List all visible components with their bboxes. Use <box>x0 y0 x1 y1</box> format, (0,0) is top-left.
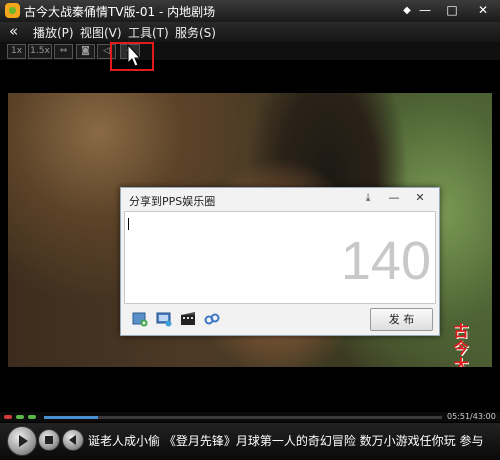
camera-icon[interactable]: ◙ <box>76 44 95 59</box>
speed-1-5x-button[interactable]: 1.5x <box>28 44 52 59</box>
stop-button[interactable] <box>38 429 60 451</box>
menu-service[interactable]: 服务(S) <box>175 24 216 41</box>
pin-dialog-icon[interactable]: ⤓ <box>359 190 377 206</box>
mouse-cursor-icon <box>127 44 142 67</box>
status-dot-green <box>16 415 24 419</box>
screenshot-icon[interactable] <box>156 311 172 327</box>
eject-button[interactable] <box>62 429 84 451</box>
dialog-title: 分享到PPS娱乐圈 <box>129 195 216 208</box>
pps-logo-icon <box>5 3 20 18</box>
toolbar: 1x 1.5x ⇔ ◙ ◁ ∞ <box>0 42 500 60</box>
news-ticker[interactable]: 诞老人成小偷 《登月先锋》月球第一人的奇幻冒险 数万小游戏任你玩 参与 <box>88 432 483 449</box>
share-dialog: 分享到PPS娱乐圈 ⤓ — ✕ 140 发 布 <box>120 187 440 336</box>
share-text-input[interactable]: 140 <box>124 211 436 304</box>
status-dot-red <box>4 415 12 419</box>
progress-track[interactable] <box>44 416 442 419</box>
menu-play[interactable]: 播放(P) <box>33 24 74 41</box>
previous-icon <box>69 435 76 445</box>
menu-view[interactable]: 视图(V) <box>80 24 122 41</box>
publish-button[interactable]: 发 布 <box>370 308 433 331</box>
char-counter: 140 <box>340 231 431 291</box>
play-button[interactable] <box>7 426 37 456</box>
speed-1x-button[interactable]: 1x <box>7 44 26 59</box>
play-icon <box>19 435 28 447</box>
close-button[interactable]: ✕ <box>475 2 491 19</box>
time-display: 05:51/43:00 <box>447 412 496 421</box>
text-caret <box>128 218 129 230</box>
stop-icon <box>45 436 53 444</box>
title-bar: 古今大战秦俑情TV版-01 - 内地剧场 ◆ — □ ✕ <box>0 0 500 22</box>
maximize-button[interactable]: □ <box>445 2 459 19</box>
minimize-dialog-button[interactable]: — <box>385 190 403 206</box>
video-overlay-title: 古 今 大 战 秦 俑 情 <box>453 322 469 368</box>
collapse-icon[interactable]: « <box>9 22 18 40</box>
close-dialog-button[interactable]: ✕ <box>411 190 429 206</box>
video-clip-icon[interactable] <box>180 311 196 327</box>
pin-icon[interactable]: ◆ <box>397 2 417 19</box>
minimize-button[interactable]: — <box>418 2 432 19</box>
aspect-ratio-icon[interactable]: ⇔ <box>54 44 73 59</box>
progress-fill <box>44 416 99 419</box>
menu-tools[interactable]: 工具(T) <box>128 24 169 41</box>
status-dot-green-2 <box>28 415 36 419</box>
control-bar: 诞老人成小偷 《登月先锋》月球第一人的奇幻冒险 数万小游戏任你玩 参与 <box>0 423 500 460</box>
window-title: 古今大战秦俑情TV版-01 - 内地剧场 <box>24 5 216 19</box>
image-upload-icon[interactable] <box>132 311 148 327</box>
link-icon[interactable] <box>204 311 220 327</box>
menu-bar: « 播放(P) 视图(V) 工具(T) 服务(S) <box>0 22 500 42</box>
